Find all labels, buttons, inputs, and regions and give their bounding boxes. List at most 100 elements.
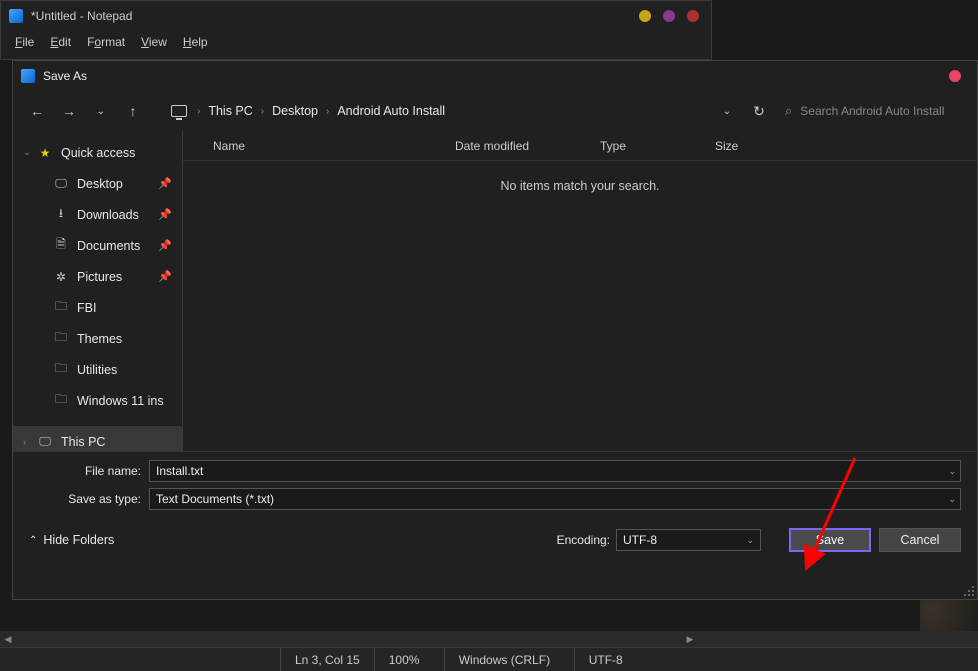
- cancel-button[interactable]: Cancel: [879, 528, 961, 552]
- column-size[interactable]: Size: [703, 139, 783, 153]
- sidebar-item-label: Downloads: [77, 208, 139, 222]
- menu-edit[interactable]: Edit: [44, 33, 77, 51]
- savetype-label: Save as type:: [29, 492, 149, 506]
- savetype-value: Text Documents (*.txt): [156, 492, 274, 506]
- notepad-menu-bar: File Edit Format View Help: [1, 31, 711, 53]
- chevron-right-icon: ›: [197, 106, 200, 117]
- sidebar-item-label: Windows 11 ins: [77, 394, 164, 408]
- sidebar-label: This PC: [61, 435, 105, 449]
- breadcrumb-root[interactable]: This PC: [208, 104, 252, 118]
- filename-value: Install.txt: [156, 464, 203, 478]
- chevron-right-icon: ›: [326, 106, 329, 117]
- chevron-down-icon[interactable]: ⌄: [948, 466, 956, 477]
- filename-input[interactable]: Install.txt ⌄: [149, 460, 961, 482]
- search-placeholder: Search Android Auto Install: [800, 104, 944, 118]
- sidebar-this-pc[interactable]: › 🖵 This PC: [13, 426, 182, 451]
- status-line-ending: Windows (CRLF): [444, 648, 574, 671]
- savetype-select[interactable]: Text Documents (*.txt) ⌄: [149, 488, 961, 510]
- pin-icon: 📌: [158, 270, 172, 283]
- nav-up-icon[interactable]: ↑: [119, 97, 147, 125]
- status-zoom: 100%: [374, 648, 444, 671]
- dialog-close-icon[interactable]: [949, 70, 961, 82]
- hide-folders-label: Hide Folders: [43, 533, 114, 547]
- sidebar-item-documents[interactable]: 🗎 Documents 📌: [13, 230, 182, 261]
- notepad-statusbar: Ln 3, Col 15 100% Windows (CRLF) UTF-8: [0, 647, 978, 671]
- search-icon: ⌕: [785, 103, 792, 119]
- column-name[interactable]: Name: [183, 139, 443, 153]
- nav-back-icon[interactable]: ←: [23, 97, 51, 125]
- sidebar-item-label: FBI: [77, 301, 96, 315]
- document-icon: 🗎: [53, 235, 69, 256]
- sidebar-item-desktop[interactable]: 🖵 Desktop 📌: [13, 168, 182, 199]
- notepad-app-icon: [9, 9, 23, 23]
- menu-format[interactable]: Format: [81, 33, 131, 51]
- folder-icon: 🗀: [53, 390, 69, 411]
- pin-icon: 📌: [158, 177, 172, 190]
- star-icon: ★: [37, 146, 53, 160]
- chevron-down-icon: ⌄: [23, 147, 33, 158]
- nav-recent-icon[interactable]: ⌄: [87, 97, 115, 125]
- column-type[interactable]: Type: [588, 139, 703, 153]
- save-button[interactable]: Save: [789, 528, 871, 552]
- sidebar-item-windows11[interactable]: 🗀 Windows 11 ins: [13, 385, 182, 416]
- menu-view[interactable]: View: [135, 33, 173, 51]
- chevron-up-icon: ⌃: [29, 535, 37, 546]
- breadcrumb-dropdown-icon[interactable]: ⌄: [713, 97, 741, 125]
- chevron-right-icon: ›: [261, 106, 264, 117]
- breadcrumb-leaf[interactable]: Android Auto Install: [337, 104, 445, 118]
- sidebar-item-label: Utilities: [77, 363, 117, 377]
- search-input[interactable]: ⌕ Search Android Auto Install: [777, 97, 967, 125]
- encoding-value: UTF-8: [623, 533, 657, 547]
- breadcrumb[interactable]: › This PC › Desktop › Android Auto Insta…: [171, 104, 445, 118]
- status-cursor-pos: Ln 3, Col 15: [280, 648, 374, 671]
- resize-grip-icon[interactable]: [963, 585, 975, 597]
- dialog-app-icon: [21, 69, 35, 83]
- status-encoding: UTF-8: [574, 648, 674, 671]
- nav-forward-icon[interactable]: →: [55, 97, 83, 125]
- dialog-toolbar: ← → ⌄ ↑ › This PC › Desktop › Android Au…: [13, 91, 977, 131]
- folder-icon: 🗀: [53, 359, 69, 380]
- notepad-titlebar[interactable]: *Untitled - Notepad: [1, 1, 711, 31]
- sidebar-item-pictures[interactable]: ✲ Pictures 📌: [13, 261, 182, 292]
- chevron-right-icon: ›: [23, 437, 33, 447]
- encoding-select[interactable]: UTF-8 ⌄: [616, 529, 761, 551]
- encoding-label: Encoding:: [557, 533, 610, 547]
- hide-folders-button[interactable]: ⌃ Hide Folders: [29, 533, 114, 547]
- sidebar-quick-access[interactable]: ⌄ ★ Quick access: [13, 137, 182, 168]
- sidebar-item-downloads[interactable]: ⭳ Downloads 📌: [13, 199, 182, 230]
- sidebar-item-label: Themes: [77, 332, 122, 346]
- dialog-titlebar[interactable]: Save As: [13, 61, 977, 91]
- dialog-title: Save As: [43, 69, 949, 83]
- empty-message: No items match your search.: [183, 161, 977, 451]
- file-list-area: Name Date modified Type Size No items ma…: [183, 131, 977, 451]
- breadcrumb-mid[interactable]: Desktop: [272, 104, 318, 118]
- sidebar-item-label: Pictures: [77, 270, 122, 284]
- chevron-down-icon[interactable]: ⌄: [948, 494, 956, 505]
- sidebar-item-utilities[interactable]: 🗀 Utilities: [13, 354, 182, 385]
- sidebar-item-fbi[interactable]: 🗀 FBI: [13, 292, 182, 323]
- close-icon[interactable]: [687, 10, 699, 22]
- menu-file[interactable]: File: [9, 33, 40, 51]
- maximize-icon[interactable]: [663, 10, 675, 22]
- desktop-icon: 🖵: [53, 176, 69, 191]
- dialog-bottom-panel: File name: Install.txt ⌄ Save as type: T…: [13, 451, 977, 564]
- pictures-icon: ✲: [53, 270, 69, 284]
- column-date[interactable]: Date modified: [443, 139, 588, 153]
- pin-icon: 📌: [158, 239, 172, 252]
- scroll-left-icon[interactable]: ◀: [0, 634, 16, 645]
- this-pc-icon: [171, 105, 187, 117]
- save-as-dialog: Save As ← → ⌄ ↑ › This PC › Desktop › An…: [12, 60, 978, 600]
- sidebar-item-themes[interactable]: 🗀 Themes: [13, 323, 182, 354]
- refresh-icon[interactable]: ↻: [745, 97, 773, 125]
- chevron-down-icon[interactable]: ⌄: [746, 535, 754, 546]
- horizontal-scrollbar[interactable]: ◀ ▶: [0, 631, 978, 647]
- scroll-right-icon[interactable]: ▶: [682, 634, 698, 645]
- sidebar-label: Quick access: [61, 146, 135, 160]
- sidebar: ⌄ ★ Quick access 🖵 Desktop 📌 ⭳ Downloads…: [13, 131, 183, 451]
- pin-icon: 📌: [158, 208, 172, 221]
- notepad-window: *Untitled - Notepad File Edit Format Vie…: [0, 0, 712, 60]
- file-list-header[interactable]: Name Date modified Type Size: [183, 131, 977, 161]
- minimize-icon[interactable]: [639, 10, 651, 22]
- menu-help[interactable]: Help: [177, 33, 214, 51]
- download-icon: ⭳: [53, 204, 69, 225]
